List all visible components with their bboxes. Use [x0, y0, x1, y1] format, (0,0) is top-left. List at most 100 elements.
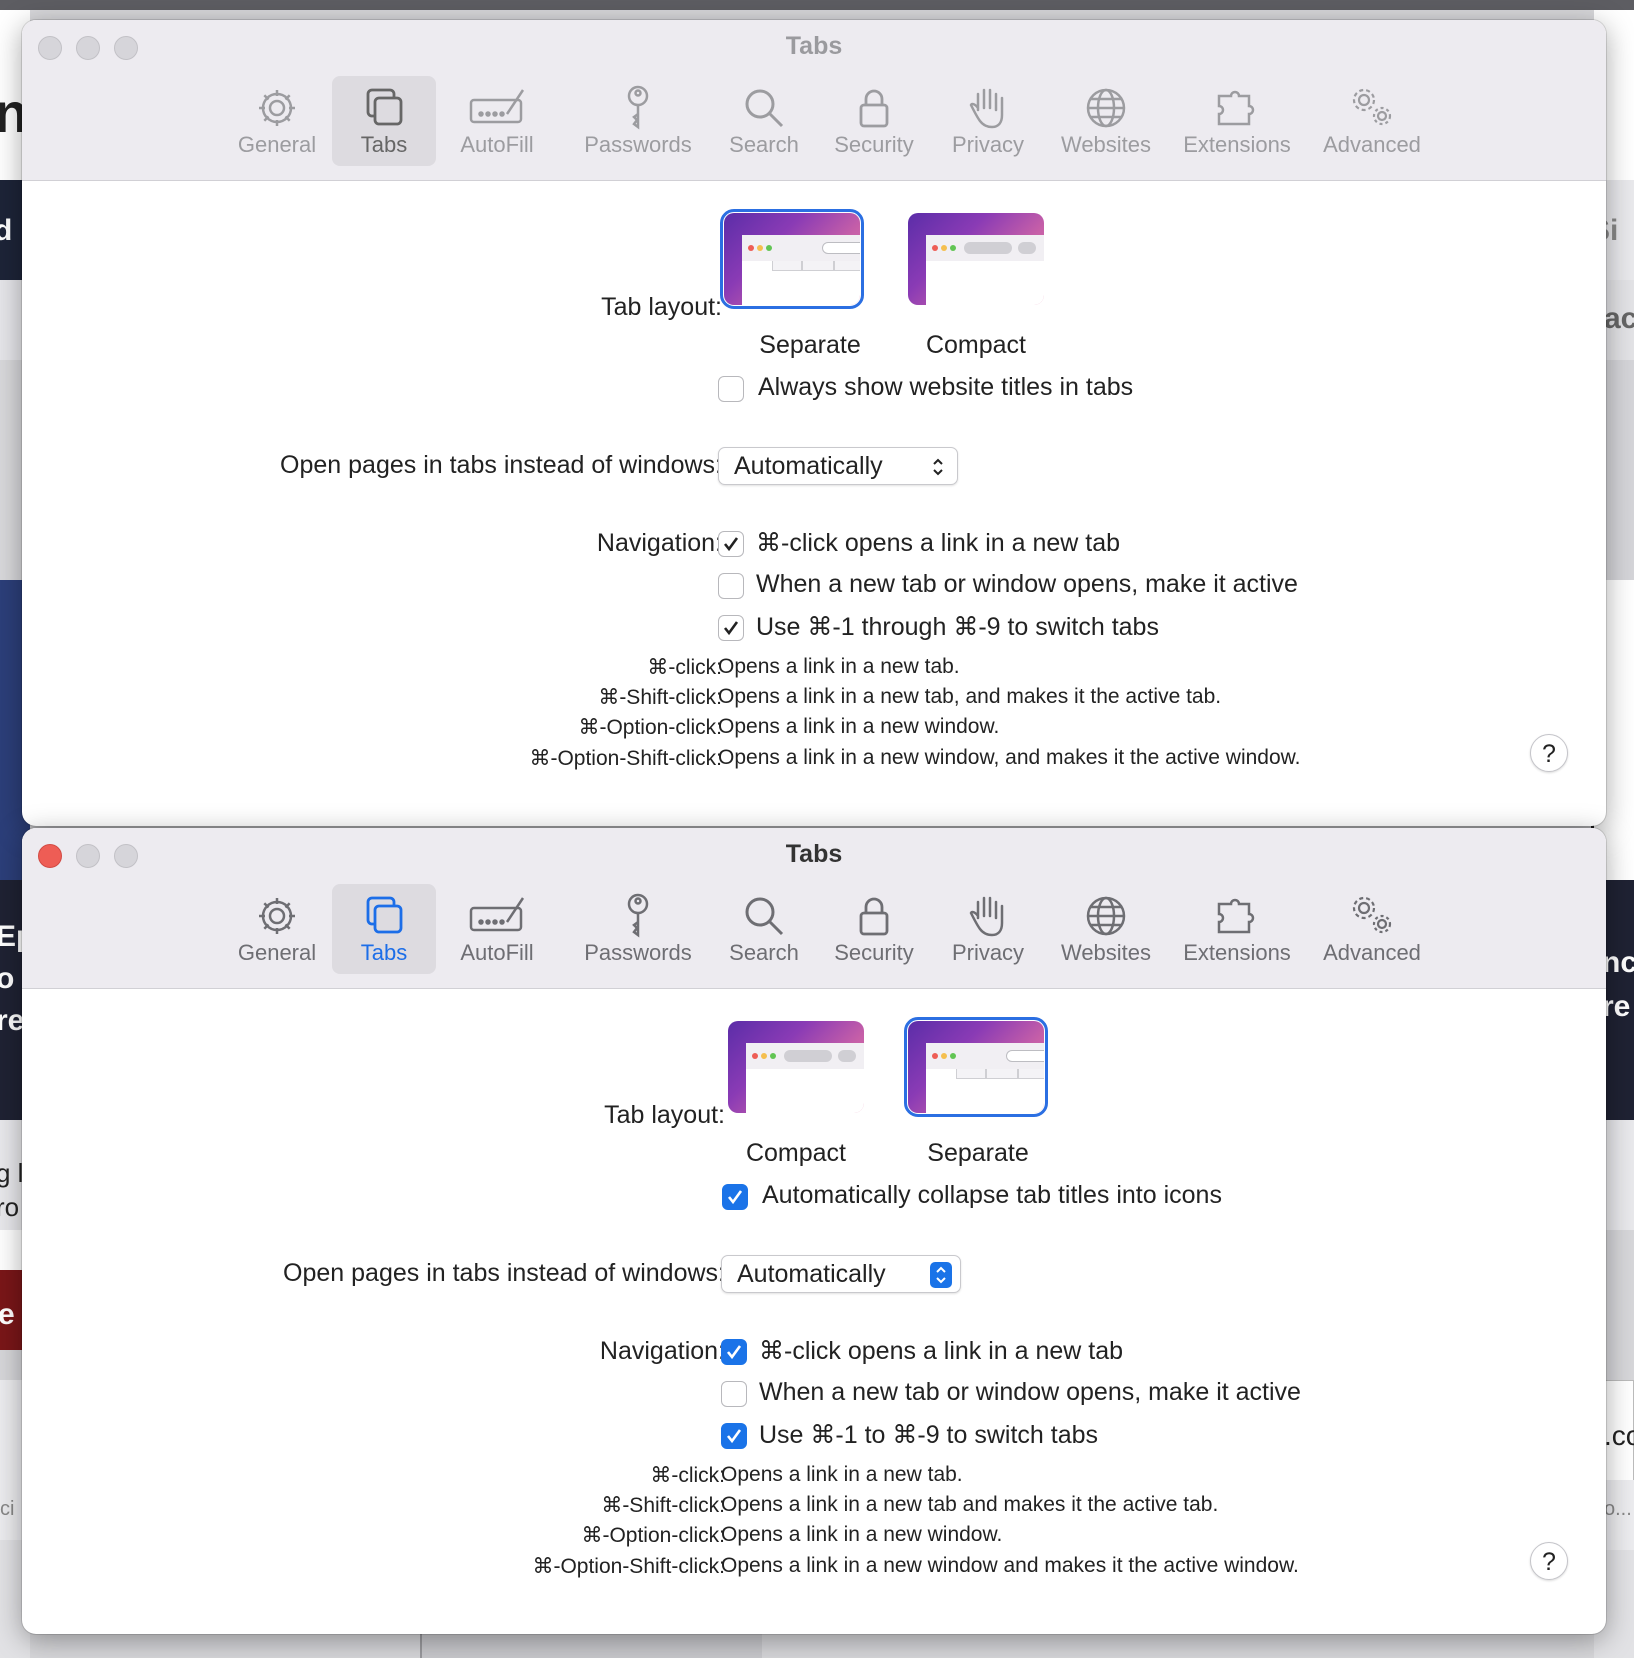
gears-icon: [1352, 88, 1392, 126]
toolbar-label: Security: [834, 940, 914, 965]
open-pages-label: Open pages in tabs instead of windows:: [280, 451, 722, 479]
collapse-tab-titles-checkbox[interactable]: [722, 1184, 748, 1210]
shortcut-key: ⌘-click:: [647, 656, 722, 679]
background-text-fragment: re: [1602, 990, 1631, 1023]
background-top-edge: [0, 0, 1634, 10]
preferences-toolbar: General Tabs AutoFill Passwords Search S…: [22, 884, 1606, 984]
puzzle-icon: [1217, 898, 1255, 934]
lock-icon: [859, 897, 889, 936]
toolbar-privacy[interactable]: Privacy: [938, 76, 1038, 166]
globe-icon: [1086, 88, 1126, 128]
shortcut-key: ⌘-Option-Shift-click:: [532, 1555, 725, 1578]
toolbar-label: Websites: [1060, 132, 1152, 157]
toolbar-security[interactable]: Security: [824, 884, 924, 974]
popup-value: Automatically: [734, 452, 883, 480]
checkmark-icon: [726, 1345, 742, 1360]
shortcut-key: ⌘-Shift-click:: [601, 1494, 725, 1517]
toolbar-extensions[interactable]: Extensions: [1172, 76, 1302, 166]
checkbox-label: When a new tab or window opens, make it …: [759, 1378, 1301, 1406]
toolbar-privacy[interactable]: Privacy: [938, 884, 1038, 974]
shortcut-description: Opens a link in a new window.: [718, 715, 1000, 738]
toolbar-label: Tabs: [360, 132, 408, 157]
layout-option-compact[interactable]: [728, 1021, 864, 1113]
cmd-click-new-tab-checkbox[interactable]: [721, 1339, 747, 1365]
shortcut-key: ⌘-Option-click:: [581, 1524, 725, 1547]
background-text-fragment: e: [0, 1298, 15, 1331]
key-icon: [627, 893, 649, 938]
preferences-window-tabs-inactive: Tabs General Tabs AutoFill Passwords Sea…: [22, 20, 1606, 826]
shortcut-description: Opens a link in a new window and makes i…: [721, 1554, 1299, 1577]
toolbar-passwords[interactable]: Passwords: [566, 884, 710, 974]
toolbar-search[interactable]: Search: [720, 76, 808, 166]
checkbox-label: ⌘-click opens a link in a new tab: [759, 1337, 1124, 1365]
background-text-fragment: d: [0, 214, 13, 247]
toolbar-label: AutoFill: [460, 132, 534, 157]
toolbar-advanced[interactable]: Advanced: [1312, 76, 1432, 166]
gear-icon: [259, 898, 295, 934]
autofill-icon: [469, 89, 525, 124]
shortcut-description: Opens a link in a new window.: [721, 1523, 1003, 1546]
make-active-checkbox[interactable]: [718, 573, 744, 599]
toolbar-tabs[interactable]: Tabs: [332, 76, 436, 166]
always-show-titles-checkbox[interactable]: [718, 376, 744, 402]
layout-option-separate[interactable]: [720, 209, 864, 309]
toolbar-label: Extensions: [1183, 940, 1291, 965]
toolbar-advanced[interactable]: Advanced: [1312, 884, 1432, 974]
background-text-fragment: nc: [1602, 946, 1634, 979]
toolbar-label: Privacy: [951, 940, 1025, 965]
lock-icon: [859, 89, 889, 128]
gear-icon: [259, 90, 295, 126]
tabs-icon: [366, 88, 403, 126]
background-text-fragment: ci: [0, 1498, 15, 1520]
cmd-number-switch-checkbox[interactable]: [718, 615, 744, 641]
toolbar-tabs[interactable]: Tabs: [332, 884, 436, 974]
open-pages-popup[interactable]: Automatically: [721, 1255, 961, 1293]
checkbox-label: Use ⌘-1 through ⌘-9 to switch tabs: [756, 613, 1159, 641]
background-text-fragment: o...: [1604, 1498, 1632, 1520]
toolbar-label: Passwords: [584, 132, 692, 157]
layout-option-separate[interactable]: [904, 1017, 1048, 1117]
gears-icon: [1352, 896, 1392, 934]
toolbar-websites[interactable]: Websites: [1050, 884, 1162, 974]
shortcut-key: ⌘-Shift-click:: [598, 686, 722, 709]
toolbar-general[interactable]: General: [222, 884, 332, 974]
toolbar-label: Passwords: [584, 940, 692, 965]
navigation-label: Navigation:: [596, 529, 722, 557]
toolbar-extensions[interactable]: Extensions: [1172, 884, 1302, 974]
toolbar-label: Privacy: [951, 132, 1025, 157]
open-pages-popup[interactable]: Automatically: [718, 447, 958, 485]
background-text-fragment: .co: [1604, 1420, 1634, 1451]
toolbar-label: AutoFill: [460, 940, 534, 965]
shortcut-description: Opens a link in a new tab.: [721, 1463, 963, 1486]
titlebar: Tabs General Tabs AutoFill Passwords Sea…: [22, 20, 1606, 181]
tabs-icon: [366, 896, 403, 934]
autofill-icon: [469, 897, 525, 932]
toolbar-label: Websites: [1060, 940, 1152, 965]
checkbox-label: Always show website titles in tabs: [758, 373, 1134, 401]
checkbox-label: Use ⌘-1 to ⌘-9 to switch tabs: [759, 1421, 1099, 1449]
toolbar-autofill[interactable]: AutoFill: [442, 76, 552, 166]
make-active-checkbox[interactable]: [721, 1381, 747, 1407]
background-text-fragment: ac: [1604, 302, 1634, 335]
cmd-number-switch-checkbox[interactable]: [721, 1423, 747, 1449]
toolbar-label: Advanced: [1323, 132, 1421, 157]
toolbar-passwords[interactable]: Passwords: [566, 76, 710, 166]
hand-icon: [969, 88, 1004, 129]
cmd-click-new-tab-checkbox[interactable]: [718, 531, 744, 557]
open-pages-label: Open pages in tabs instead of windows:: [283, 1259, 725, 1287]
background-text-fragment: re: [0, 1004, 25, 1037]
help-button[interactable]: ?: [1530, 1542, 1568, 1580]
toolbar-search[interactable]: Search: [720, 884, 808, 974]
toolbar-websites[interactable]: Websites: [1050, 76, 1162, 166]
preferences-toolbar: General Tabs AutoFill Passwords Search S…: [22, 76, 1606, 176]
search-icon: [745, 89, 784, 128]
layout-option-compact[interactable]: [908, 213, 1044, 305]
shortcut-key: ⌘-Option-Shift-click:: [529, 747, 722, 770]
layout-option-label: Compact: [925, 331, 1027, 359]
toolbar-autofill[interactable]: AutoFill: [442, 884, 552, 974]
key-icon: [627, 85, 649, 130]
background-text-fragment: o: [0, 962, 15, 995]
toolbar-general[interactable]: General: [222, 76, 332, 166]
help-button[interactable]: ?: [1530, 734, 1568, 772]
toolbar-security[interactable]: Security: [824, 76, 924, 166]
